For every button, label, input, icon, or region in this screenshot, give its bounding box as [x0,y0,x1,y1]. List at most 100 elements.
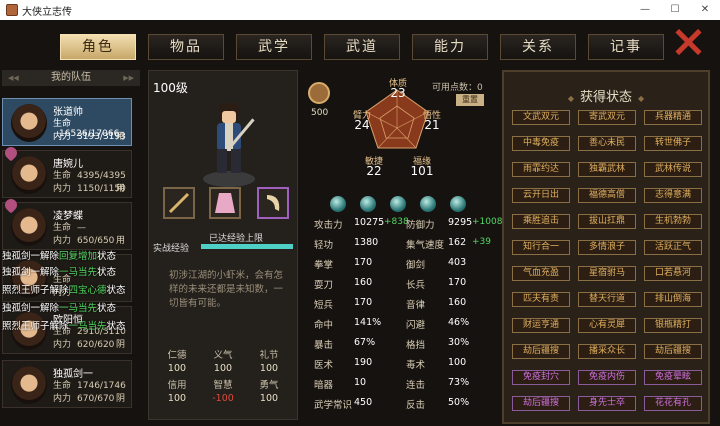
status-badge[interactable]: 劫后疆搜 [644,344,702,359]
status-badge[interactable]: 独霸武林 [578,162,636,177]
status-badge[interactable]: 身先士卒 [578,396,636,411]
status-badge[interactable]: 排山倒海 [644,292,702,307]
tab-6[interactable]: 记事 [588,34,664,60]
log-status: 一马当先 [68,321,107,332]
mp-label: 内力 [53,132,72,142]
virtue-name: 信用 [167,380,187,391]
attr-name: 毒术 [406,360,426,371]
team-member-card[interactable]: 独孤剑一 生命 1746/1746 内力 670/670 阴 [2,360,132,408]
status-badge[interactable]: 匹夫有责 [512,292,570,307]
attr-name: 闪避 [406,320,426,331]
attr-name: 长兵 [406,280,426,291]
member-avatar [11,156,47,194]
attr-value: 170 [354,297,373,308]
member-tag: 用 [115,184,125,194]
status-log-line: 照烈王师子解除四宝心德状态 [2,282,152,296]
status-badge[interactable]: 活跃正气 [644,240,702,255]
close-window-button[interactable]: ✕ [690,0,720,20]
attr-value: 170 [448,277,467,288]
attr-value: 160 [354,277,373,288]
mp-label: 内力 [53,394,72,404]
status-badge[interactable]: 乘胜追击 [512,214,570,229]
status-badge[interactable]: 替天行道 [578,292,636,307]
status-badge[interactable]: 志得意满 [644,188,702,203]
attr-value: 50% [448,397,470,408]
status-badge[interactable]: 气血充盈 [512,266,570,281]
armor-slot[interactable] [209,187,241,219]
status-badge[interactable]: 拔山扛鼎 [578,214,636,229]
hp-value: 4395/4395 [77,171,126,181]
app-icon [6,4,18,16]
status-badge[interactable]: 银瓶精打 [644,318,702,333]
mp-label: 内力 [53,184,72,194]
status-badge[interactable]: 播采众长 [578,344,636,359]
virtue-cell: 礼节 100 [249,347,289,374]
status-badge[interactable]: 免疫晕眩 [644,370,702,385]
attr-bonus: +39 [472,237,491,247]
attr-value: 190 [354,357,373,368]
status-badge[interactable]: 免疫内伤 [578,370,636,385]
status-badge[interactable]: 多情浪子 [578,240,636,255]
attr-value: 10275 [354,217,385,228]
status-badge[interactable]: 中毒免疫 [512,136,570,151]
minimize-button[interactable]: — [630,0,660,20]
status-badge[interactable]: 劫后疆搜 [512,344,570,359]
team-member-card[interactable]: 唐婉儿 生命 4395/4395 内力 1150/1150 用 [2,144,132,198]
status-badge[interactable]: 寄武双元 [578,110,636,125]
experience-bar [201,244,293,249]
maximize-button[interactable]: ☐ [660,0,690,20]
log-suffix: 状态 [106,321,126,332]
status-badge[interactable]: 福德高僧 [578,188,636,203]
member-mp: 内力 670/670 [53,391,114,404]
attr-name: 反击 [406,400,426,411]
character-bio: 初涉江湖的小虾米，会有怎样的未来还都是未知数，一切皆有可能。 [169,270,284,309]
attr-name: 音律 [406,300,426,311]
status-badge[interactable]: 劫后疆搜 [512,396,570,411]
status-badge[interactable]: 生机勃勃 [644,214,702,229]
reset-button[interactable]: 重置 [456,94,484,106]
main-tab-bar: 角色 物品 武学 武道 能力 关系 记事 [60,34,680,62]
log-status: 一马当先 [59,267,98,278]
status-badge[interactable]: 武林传说 [644,162,702,177]
status-badge[interactable]: 云开日出 [512,188,570,203]
status-badge[interactable]: 雨霏约达 [512,162,570,177]
tab-0[interactable]: 角色 [60,34,136,60]
close-menu-icon[interactable] [674,28,702,56]
virtue-cell: 义气 100 [203,347,243,374]
game-screen: 角色物品武学武道能力关系记事 我的队伍 张道帅生命16526/17066内力31… [0,20,720,426]
tab-4[interactable]: 能力 [412,34,488,60]
tab-3[interactable]: 武道 [324,34,400,60]
attr-value: 1380 [354,237,379,248]
tab-2[interactable]: 武学 [236,34,312,60]
weapon-slot[interactable] [163,187,195,219]
status-log-line: 独孤剑一解除一马当先状态 [2,300,152,314]
status-badge[interactable]: 心有灵犀 [578,318,636,333]
hp-value: 1746/1746 [77,381,126,391]
attribute-row: 耍刀 160 长兵 170 [308,276,496,292]
team-member-card[interactable]: 凌梦蝶 生命 — 内力 650/650 用 [2,196,132,250]
member-hp: 生命 4395/4395 [53,168,126,181]
attribute-row: 命中 141% 闪避 46% [308,316,496,332]
tab-5[interactable]: 关系 [500,34,576,60]
mp-value: 670/670 [77,394,115,404]
status-badge[interactable]: 免疫封穴 [512,370,570,385]
status-badge[interactable]: 转世佛子 [644,136,702,151]
attribute-row: 轻功 1380 集气速度 162 +39 [308,236,496,252]
tab-1[interactable]: 物品 [148,34,224,60]
accessory-slot[interactable] [257,187,289,219]
virtue-cell: 勇气 100 [249,377,289,404]
member-avatar [11,104,47,142]
hp-label: 生命 [53,223,72,233]
status-badge[interactable]: 文武双元 [512,110,570,125]
status-badge[interactable]: 星宿驸马 [578,266,636,281]
status-badge[interactable]: 兵器精通 [644,110,702,125]
status-badge[interactable]: 财运亨通 [512,318,570,333]
team-member-card[interactable]: 张道帅 生命16526/17066 内力 3193/3193 用 [2,98,132,146]
member-mp: 内力 3193/3193 [53,129,126,142]
status-badge[interactable]: 花花有孔 [644,396,702,411]
status-badge[interactable]: 善心未民 [578,136,636,151]
status-badge[interactable]: 知行合一 [512,240,570,255]
attribute-row: 医术 190 毒术 100 [308,356,496,372]
attr-value: 170 [354,257,373,268]
status-badge[interactable]: 口若悬河 [644,266,702,281]
